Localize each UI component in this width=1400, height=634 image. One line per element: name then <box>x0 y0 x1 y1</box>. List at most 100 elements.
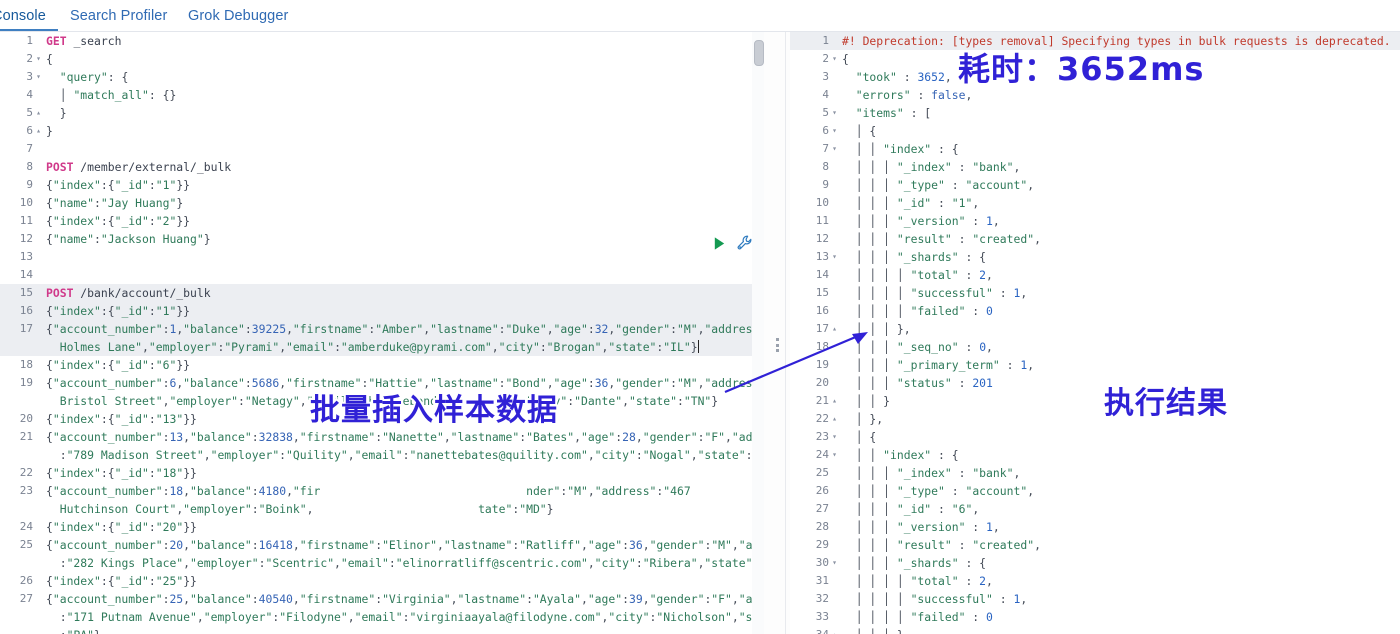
response-code-line[interactable]: "errors" : false, <box>836 86 1400 104</box>
tab-console[interactable]: Console <box>0 0 58 31</box>
request-editor-pane[interactable]: 12▾3▾45▴6▴789101112131415161718192021222… <box>0 32 757 634</box>
request-code-line[interactable]: {"account_number":1,"balance":39225,"fir… <box>40 320 757 338</box>
request-code-line[interactable]: {"name":"Jay Huang"} <box>40 194 757 212</box>
response-code-line[interactable]: │ { <box>836 122 1400 140</box>
tab-grok-debugger[interactable]: Grok Debugger <box>188 0 288 31</box>
response-code-line[interactable]: │ │ │ }, <box>836 320 1400 338</box>
response-code-line[interactable]: │ │ │ │ "successful" : 1, <box>836 284 1400 302</box>
code-token: "balance" <box>190 538 252 552</box>
request-code-line[interactable]: {"index":{"_id":"6"}} <box>40 356 757 374</box>
request-code-line[interactable] <box>40 140 757 158</box>
request-code-line[interactable]: } <box>40 104 757 122</box>
response-code-line[interactable]: │ │ "index" : { <box>836 140 1400 158</box>
request-code-line[interactable]: {"account_number":25,"balance":40540,"fi… <box>40 590 757 608</box>
response-code-line[interactable]: │ │ │ "_type" : "account", <box>836 482 1400 500</box>
code-token: "Amber" <box>375 322 423 336</box>
request-code-line[interactable]: {"index":{"_id":"13"}} <box>40 410 757 428</box>
request-code-line[interactable]: :"789 Madison Street","employer":"Quilit… <box>40 446 757 464</box>
response-code-line[interactable]: │ │ │ "_index" : "bank", <box>836 158 1400 176</box>
response-code-line[interactable]: │ │ │ "_version" : 1, <box>836 212 1400 230</box>
response-code-line[interactable]: │ │ "index" : { <box>836 446 1400 464</box>
request-code-line[interactable]: {"index":{"_id":"18"}} <box>40 464 757 482</box>
response-code-line[interactable]: │ │ │ │ "failed" : 0 <box>836 608 1400 626</box>
splitter-grip-icon[interactable] <box>776 338 779 352</box>
code-token: : <box>252 430 259 444</box>
request-code-area[interactable]: GET _search{ "query": { │ "match_all": {… <box>40 32 757 634</box>
response-code-line[interactable]: │ │ │ "result" : "created", <box>836 230 1400 248</box>
response-code-line[interactable]: │ │ │ "_shards" : { <box>836 554 1400 572</box>
response-code-line-line-number: 12 <box>790 230 836 248</box>
response-code-line[interactable]: │ │ │ │ "successful" : 1, <box>836 590 1400 608</box>
request-code-line[interactable]: GET _search <box>40 32 757 50</box>
response-code-line[interactable]: │ │ │ }, <box>836 626 1400 634</box>
request-code-line[interactable]: │ "match_all": {} <box>40 86 757 104</box>
code-token: "25" <box>156 574 183 588</box>
code-token: "age" <box>588 538 622 552</box>
request-code-line[interactable]: { <box>40 50 757 68</box>
pane-splitter[interactable] <box>764 32 790 634</box>
code-token: { <box>46 178 53 192</box>
response-code-line[interactable]: │ │ │ "status" : 201 <box>836 374 1400 392</box>
code-token: tate" <box>478 502 512 516</box>
request-code-line[interactable]: {"index":{"_id":"25"}} <box>40 572 757 590</box>
request-code-line[interactable]: } <box>40 122 757 140</box>
response-code-line[interactable]: │ { <box>836 428 1400 446</box>
response-code-line[interactable]: │ │ } <box>836 392 1400 410</box>
tab-search-profiler[interactable]: Search Profiler <box>70 0 167 31</box>
request-code-line[interactable]: Hutchinson Court","employer":"Boink", ta… <box>40 500 757 518</box>
code-token: 25 <box>169 592 183 606</box>
code-token: │ │ <box>842 142 883 156</box>
response-code-line[interactable]: │ │ │ "_type" : "account", <box>836 176 1400 194</box>
request-code-line[interactable]: {"index":{"_id":"2"}} <box>40 212 757 230</box>
response-code-line[interactable]: │ │ │ "_index" : "bank", <box>836 464 1400 482</box>
request-code-line[interactable]: Bristol Street","employer":"Netagy","ema… <box>40 392 757 410</box>
response-code-line[interactable]: │ │ │ "_primary_term" : 1, <box>836 356 1400 374</box>
response-code-line[interactable]: │ │ │ "_id" : "6", <box>836 500 1400 518</box>
request-scrollbar-thumb[interactable] <box>754 40 764 66</box>
response-code-line[interactable]: │ │ │ │ "total" : 2, <box>836 572 1400 590</box>
response-code-line[interactable]: "took" : 3652, <box>836 68 1400 86</box>
response-code-area: #! Deprecation: [types removal] Specifyi… <box>836 32 1400 634</box>
response-code-line[interactable]: │ │ │ "result" : "created", <box>836 536 1400 554</box>
response-code-line[interactable]: #! Deprecation: [types removal] Specifyi… <box>836 32 1400 50</box>
request-code-line[interactable] <box>40 266 757 284</box>
request-code-line[interactable]: :"171 Putnam Avenue","employer":"Filodyn… <box>40 608 757 626</box>
code-token: "age" <box>554 322 588 336</box>
request-vertical-scrollbar[interactable] <box>752 32 764 634</box>
response-code-line[interactable]: │ │ │ "_shards" : { <box>836 248 1400 266</box>
request-code-line[interactable]: {"account_number":13,"balance":32838,"fi… <box>40 428 757 446</box>
code-token: , <box>183 592 190 606</box>
request-code-line[interactable]: POST /bank/account/_bulk <box>40 284 757 302</box>
request-code-line[interactable]: {"account_number":18,"balance":4180,"fir… <box>40 482 757 500</box>
request-code-line[interactable]: {"index":{"_id":"1"}} <box>40 176 757 194</box>
response-code-line[interactable]: { <box>836 50 1400 68</box>
play-icon[interactable] <box>712 236 727 251</box>
request-code-line[interactable]: {"account_number":6,"balance":5686,"firs… <box>40 374 757 392</box>
request-code-line[interactable]: {"name":"Jackson Huang"} <box>40 230 757 248</box>
code-token: : <box>945 178 966 192</box>
response-code-line[interactable]: │ │ │ "_seq_no" : 0, <box>836 338 1400 356</box>
code-token: "name" <box>53 196 94 210</box>
request-code-line[interactable]: Holmes Lane","employer":"Pyrami","email"… <box>40 338 757 356</box>
code-token: , <box>492 340 499 354</box>
response-code-line[interactable]: │ │ │ │ "failed" : 0 <box>836 302 1400 320</box>
request-code-line[interactable]: {"index":{"_id":"20"}} <box>40 518 757 536</box>
request-code-line[interactable]: "query": { <box>40 68 757 86</box>
response-code-line[interactable]: │ │ │ "_id" : "1", <box>836 194 1400 212</box>
code-token: │ │ │ <box>842 250 897 264</box>
request-code-line[interactable]: :"PA"} <box>40 626 757 634</box>
request-code-line[interactable]: {"index":{"_id":"1"}} <box>40 302 757 320</box>
code-token: , <box>1034 538 1041 552</box>
response-code-line[interactable]: │ }, <box>836 410 1400 428</box>
request-code-line[interactable]: {"account_number":20,"balance":16418,"fi… <box>40 536 757 554</box>
response-code-line[interactable]: │ │ │ "_version" : 1, <box>836 518 1400 536</box>
request-code-line[interactable]: POST /member/external/_bulk <box>40 158 757 176</box>
request-code-line[interactable] <box>40 248 757 266</box>
wrench-icon[interactable] <box>737 235 753 251</box>
request-code-line[interactable]: :"282 Kings Place","employer":"Scentric"… <box>40 554 757 572</box>
response-output-pane[interactable]: 12▾345▾6▾7▾8910111213▾14151617▴18192021▴… <box>790 32 1400 634</box>
response-code-line[interactable]: "items" : [ <box>836 104 1400 122</box>
response-code-line[interactable]: │ │ │ │ "total" : 2, <box>836 266 1400 284</box>
code-token: "_id" <box>115 178 149 192</box>
code-token: "hattiebond@netagy.com" <box>362 394 520 408</box>
